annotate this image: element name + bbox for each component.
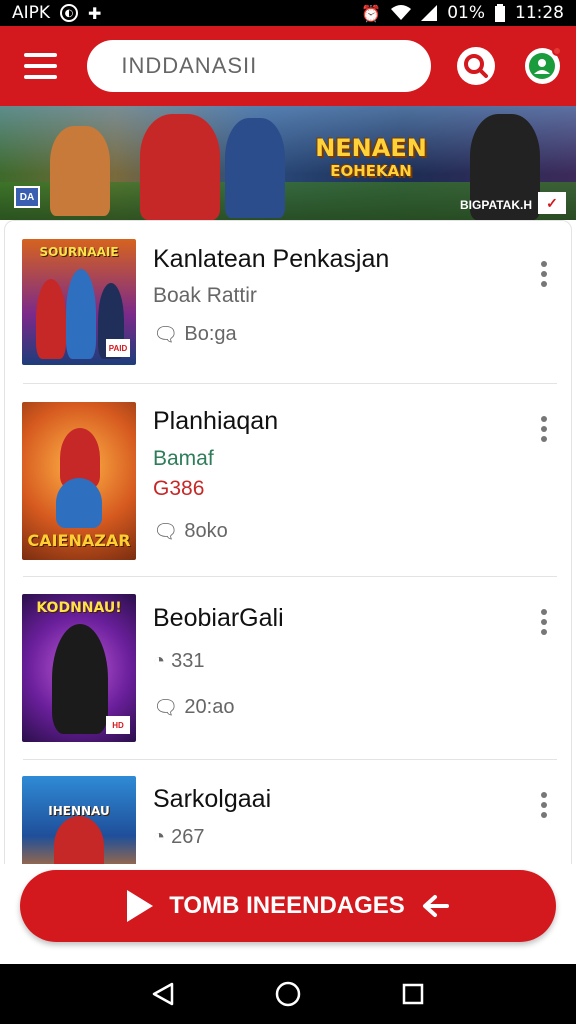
back-icon <box>152 982 173 1006</box>
profile-button[interactable] <box>524 46 562 84</box>
game-list: SOURNAAIE PAID Kanlatean Penkasjan Boak … <box>4 220 572 864</box>
status-app-label: AIPK <box>12 3 51 23</box>
comment-icon: 🗨 <box>153 521 179 543</box>
item-title: Kanlatean Penkasjan <box>153 245 390 273</box>
notification-icon: ◐ <box>60 4 79 22</box>
list-item[interactable]: SOURNAAIE PAID Kanlatean Penkasjan Boak … <box>5 221 571 384</box>
comment-icon: 🗨 <box>153 697 179 719</box>
home-icon <box>275 981 301 1007</box>
system-nav-bar <box>0 964 576 1024</box>
list-item[interactable]: CAIENAZAR Planhiaqan Bamaf G386 🗨 8oko <box>5 384 571 577</box>
item-meta-value: 20:ao <box>184 696 235 718</box>
item-subtitle: Boak Rattir <box>153 284 257 307</box>
wifi-icon <box>391 5 412 20</box>
status-bar: AIPK ◐ ✚ ⏰ 01% 11:28 <box>0 0 576 26</box>
thumb-tag: PAID <box>106 339 130 357</box>
more-options-icon[interactable] <box>539 609 549 635</box>
recents-icon <box>403 983 424 1005</box>
item-thumbnail: CAIENAZAR <box>22 402 136 560</box>
play-icon <box>127 890 154 922</box>
search-button[interactable] <box>457 47 495 85</box>
recents-button[interactable] <box>398 979 428 1009</box>
clock: 11:28 <box>515 3 564 23</box>
banner-title-line2: EOHEKAN <box>330 162 412 180</box>
banner-title-line1: NENAEN <box>315 134 427 162</box>
item-count: 267 <box>171 826 205 848</box>
item-subtitle: ◔ 267 <box>153 826 204 849</box>
cta-label: TOMB INEENDAGES <box>169 892 405 919</box>
more-options-icon[interactable] <box>539 416 549 442</box>
item-meta-value: 8oko <box>184 520 228 542</box>
arrow-left-icon <box>422 895 449 917</box>
item-price: G386 <box>153 477 205 500</box>
rating-icon: ◔ <box>153 650 166 672</box>
banner-badge: DA <box>14 186 40 208</box>
battery-percent: 01% <box>447 3 485 23</box>
hamburger-menu-icon[interactable] <box>24 53 58 79</box>
list-item[interactable]: KODNNAU! HD BeobiarGali ◔ 331 🗨 20:ao <box>5 577 571 760</box>
item-thumbnail: KODNNAU! HD <box>22 594 136 742</box>
item-subtitle: ◔ 331 <box>153 650 204 673</box>
plus-icon: ✚ <box>88 3 102 23</box>
more-options-icon[interactable] <box>539 792 549 818</box>
list-item[interactable]: IHENNAU Sarkolgaai ◔ 267 <box>5 760 571 864</box>
more-options-icon[interactable] <box>539 261 549 287</box>
home-button[interactable] <box>273 979 303 1009</box>
app-bar: INDDANASII <box>0 26 576 106</box>
item-meta-value: Bo:ga <box>184 323 237 345</box>
item-meta: 🗨 Bo:ga <box>153 322 237 347</box>
thumb-label: KODNNAU! <box>36 600 122 616</box>
thumb-label: SOURNAAIE <box>39 245 119 259</box>
signal-icon <box>421 5 438 21</box>
promo-banner[interactable]: DA NENAEN EOHEKAN BIGPATAK.H ✓ <box>0 106 576 220</box>
thumb-tag: HD <box>106 716 130 734</box>
banner-character <box>225 118 285 218</box>
notification-dot <box>552 46 562 56</box>
rating-icon: ◔ <box>153 826 166 848</box>
alarm-icon: ⏰ <box>361 3 382 23</box>
item-title: Planhiaqan <box>153 407 279 435</box>
thumb-label: IHENNAU <box>48 804 110 818</box>
item-subtitle: Bamaf <box>153 447 214 470</box>
item-meta: 🗨 8oko <box>153 519 228 544</box>
brand-logo: ✓ <box>538 192 566 214</box>
search-icon <box>464 54 489 78</box>
battery-icon <box>495 4 505 22</box>
item-meta: 🗨 20:ao <box>153 695 234 720</box>
search-input[interactable]: INDDANASII <box>87 40 432 92</box>
item-title: BeobiarGali <box>153 604 284 632</box>
comment-icon: 🗨 <box>153 324 179 346</box>
banner-caption: BIGPATAK.H <box>460 198 532 212</box>
item-thumbnail: IHENNAU <box>22 776 136 864</box>
item-title: Sarkolgaai <box>153 785 272 813</box>
thumb-label: CAIENAZAR <box>27 531 131 550</box>
banner-character <box>50 126 110 216</box>
banner-character <box>140 114 220 220</box>
item-count: 331 <box>171 650 205 672</box>
main-cta-button[interactable]: TOMB INEENDAGES <box>20 870 556 942</box>
cta-container: TOMB INEENDAGES <box>0 864 576 964</box>
item-thumbnail: SOURNAAIE PAID <box>22 239 136 365</box>
user-icon <box>529 53 556 79</box>
search-placeholder: INDDANASII <box>121 53 258 78</box>
back-button[interactable] <box>148 979 178 1009</box>
banner-title: NENAEN EOHEKAN <box>306 136 436 179</box>
